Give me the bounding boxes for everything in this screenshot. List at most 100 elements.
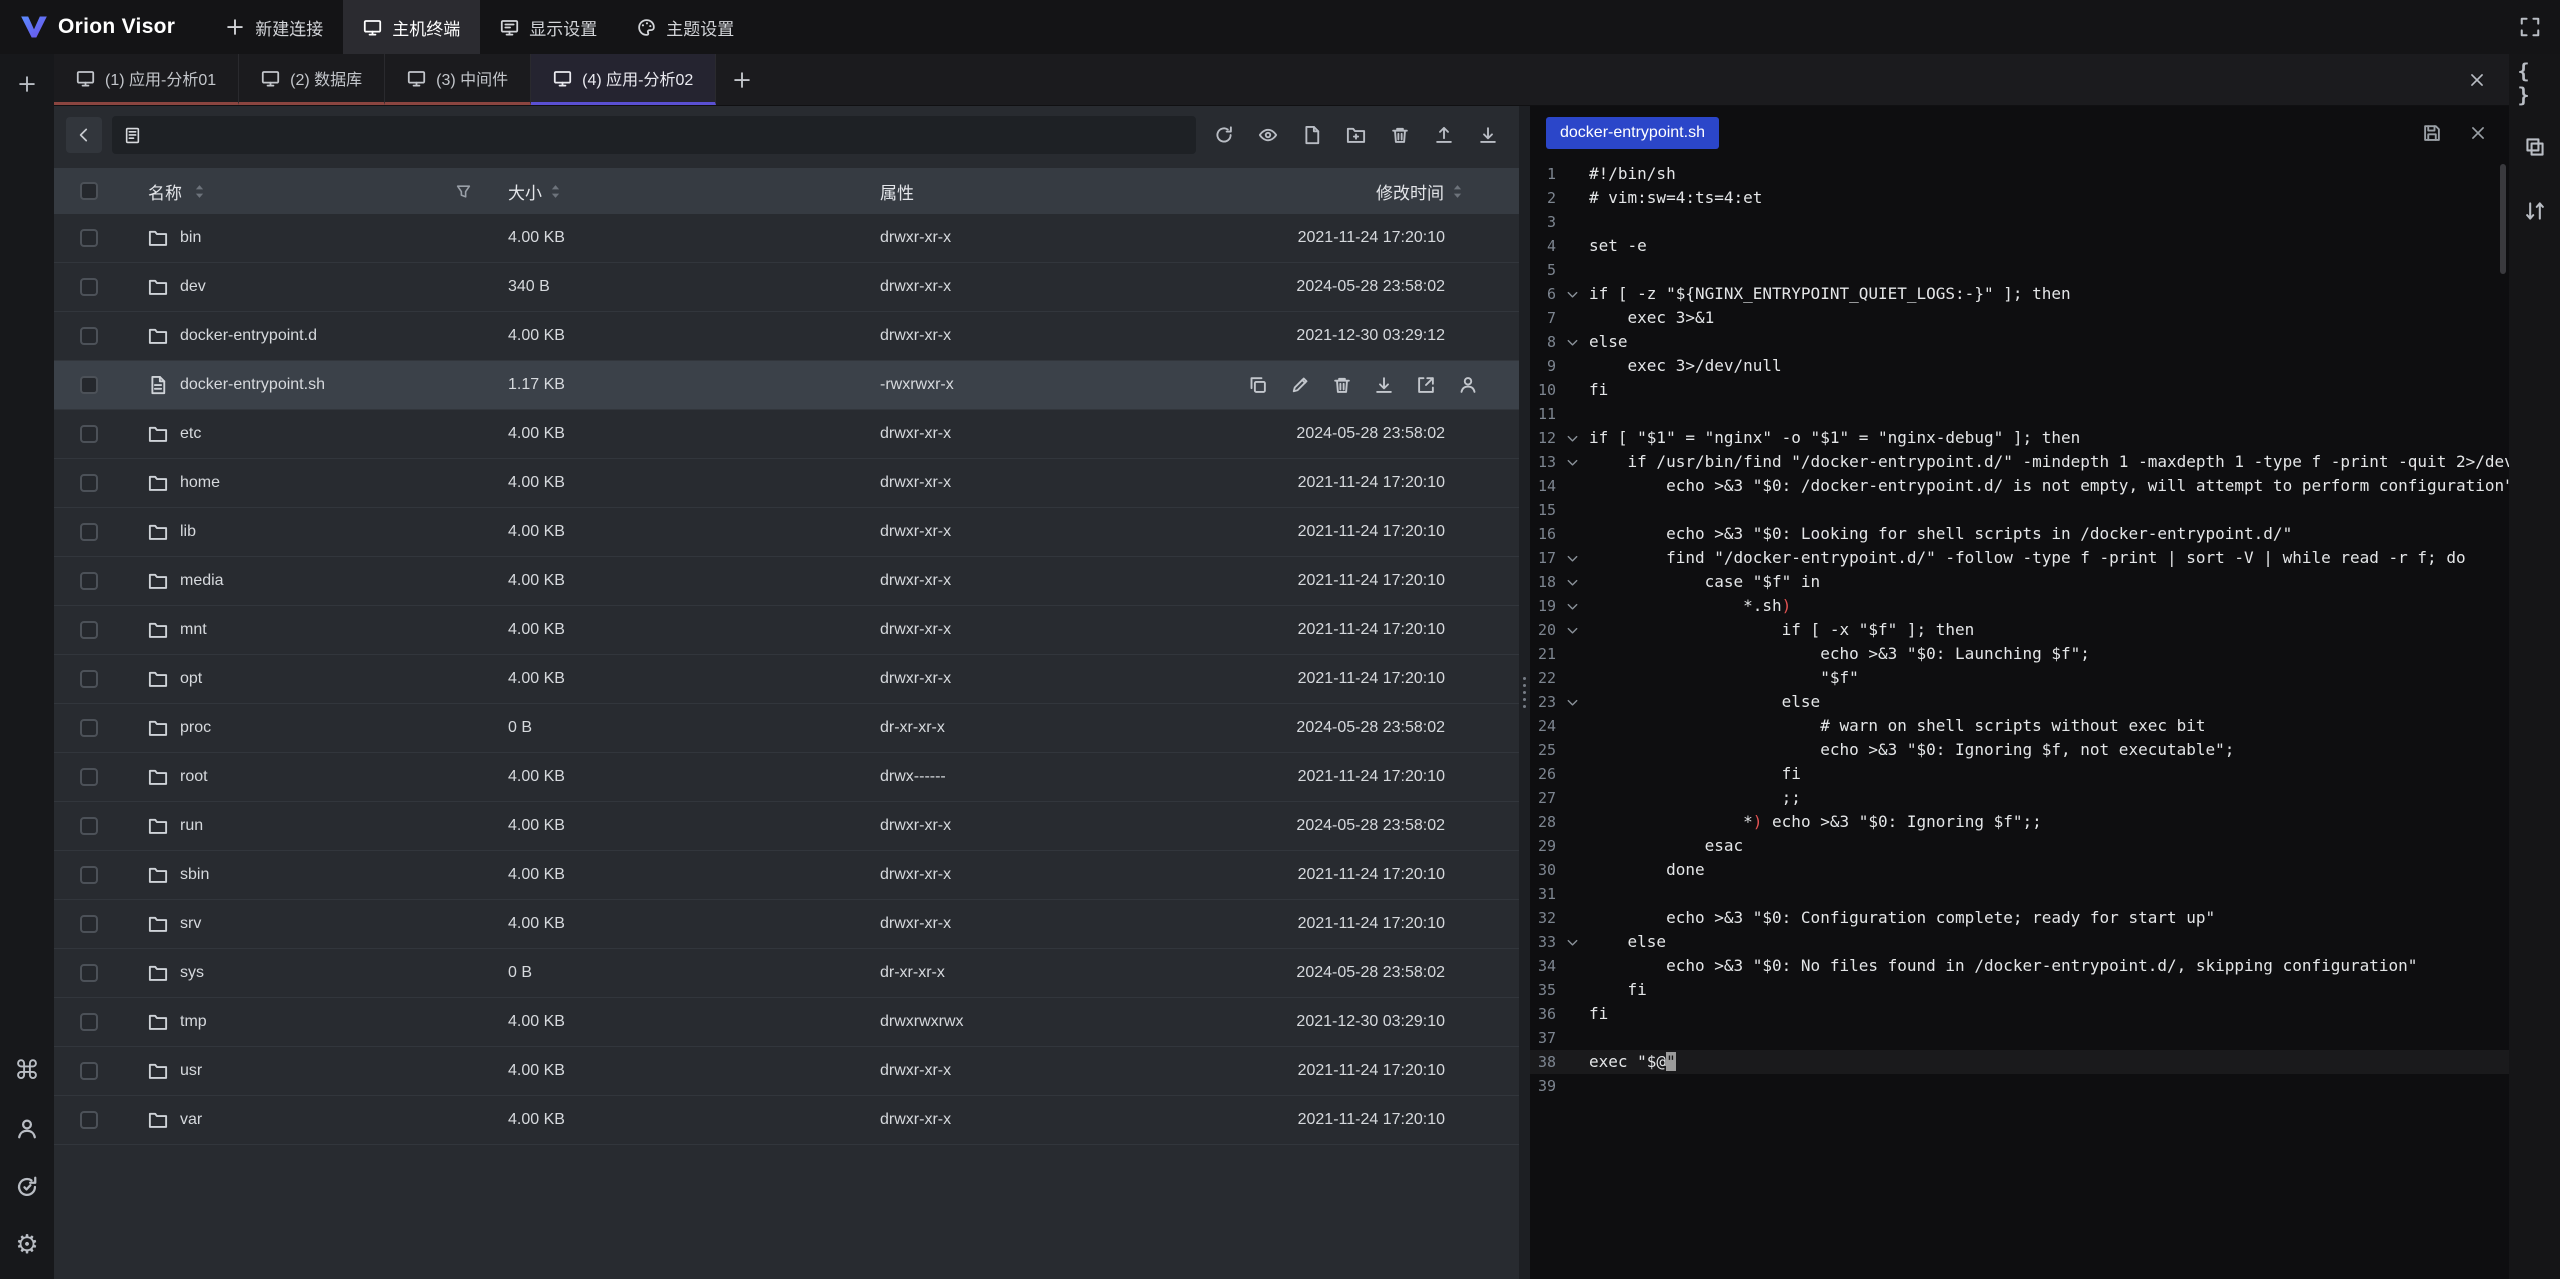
- table-row[interactable]: proc 0 B dr-xr-xr-x 2024-05-28 23:58:02: [54, 704, 1519, 753]
- code-line[interactable]: 21 echo >&3 "$0: Launching $f";: [1530, 642, 2509, 666]
- table-row[interactable]: etc 4.00 KB drwxr-xr-x 2024-05-28 23:58:…: [54, 410, 1519, 459]
- table-row[interactable]: docker-entrypoint.d 4.00 KB drwxr-xr-x 2…: [54, 312, 1519, 361]
- menu-item-host-terminal[interactable]: 主机终端: [343, 0, 480, 54]
- code-editor[interactable]: 1 #!/bin/sh 2 # vim:sw=4:ts=4:et 3 4 set…: [1530, 160, 2509, 1279]
- permission-icon[interactable]: [1453, 370, 1483, 400]
- filter-icon[interactable]: [455, 183, 472, 200]
- settings-icon[interactable]: ⚙: [9, 1227, 45, 1263]
- menu-item-display-settings[interactable]: 显示设置: [480, 0, 617, 54]
- row-checkbox[interactable]: [80, 670, 98, 688]
- table-row[interactable]: srv 4.00 KB drwxr-xr-x 2021-11-24 17:20:…: [54, 900, 1519, 949]
- table-row[interactable]: tmp 4.00 KB drwxrwxrwx 2021-12-30 03:29:…: [54, 998, 1519, 1047]
- code-line[interactable]: 33 else: [1530, 930, 2509, 954]
- row-checkbox[interactable]: [80, 572, 98, 590]
- code-line[interactable]: 32 echo >&3 "$0: Configuration complete;…: [1530, 906, 2509, 930]
- table-row[interactable]: sbin 4.00 KB drwxr-xr-x 2021-11-24 17:20…: [54, 851, 1519, 900]
- fold-icon[interactable]: [1556, 690, 1589, 714]
- table-row[interactable]: run 4.00 KB drwxr-xr-x 2024-05-28 23:58:…: [54, 802, 1519, 851]
- code-line[interactable]: 34 echo >&3 "$0: No files found in /dock…: [1530, 954, 2509, 978]
- terminal-tab[interactable]: (4) 应用-分析02: [531, 54, 716, 105]
- row-checkbox[interactable]: [80, 915, 98, 933]
- terminal-tab[interactable]: (1) 应用-分析01: [54, 54, 239, 105]
- fold-icon[interactable]: [1556, 450, 1589, 474]
- code-line[interactable]: 4 set -e: [1530, 234, 2509, 258]
- fold-icon[interactable]: [1556, 594, 1589, 618]
- code-line[interactable]: 18 case "$f" in: [1530, 570, 2509, 594]
- table-row[interactable]: root 4.00 KB drwx------ 2021-11-24 17:20…: [54, 753, 1519, 802]
- code-line[interactable]: 6 if [ -z "${NGINX_ENTRYPOINT_QUIET_LOGS…: [1530, 282, 2509, 306]
- path-input[interactable]: [149, 126, 1184, 144]
- table-row[interactable]: mnt 4.00 KB drwxr-xr-x 2021-11-24 17:20:…: [54, 606, 1519, 655]
- user-icon[interactable]: [9, 1111, 45, 1147]
- code-line[interactable]: 36 fi: [1530, 1002, 2509, 1026]
- code-line[interactable]: 14 echo >&3 "$0: /docker-entrypoint.d/ i…: [1530, 474, 2509, 498]
- code-line[interactable]: 1 #!/bin/sh: [1530, 162, 2509, 186]
- code-line[interactable]: 17 find "/docker-entrypoint.d/" -follow …: [1530, 546, 2509, 570]
- row-checkbox[interactable]: [80, 866, 98, 884]
- code-line[interactable]: 38 exec "$@": [1530, 1050, 2509, 1074]
- code-line[interactable]: 7 exec 3>&1: [1530, 306, 2509, 330]
- code-line[interactable]: 9 exec 3>/dev/null: [1530, 354, 2509, 378]
- upload-icon[interactable]: [1426, 118, 1461, 153]
- sort-icon[interactable]: [1452, 184, 1463, 199]
- table-row[interactable]: docker-entrypoint.sh 1.17 KB -rwxrwxr-x: [54, 361, 1519, 410]
- column-header[interactable]: 修改时间: [1240, 179, 1519, 204]
- menu-item-new-connection[interactable]: 新建连接: [205, 0, 343, 54]
- code-line[interactable]: 15: [1530, 498, 2509, 522]
- code-line[interactable]: 19 *.sh): [1530, 594, 2509, 618]
- row-checkbox[interactable]: [80, 817, 98, 835]
- code-line[interactable]: 23 else: [1530, 690, 2509, 714]
- fullscreen-icon[interactable]: [2510, 7, 2550, 47]
- fold-icon[interactable]: [1556, 426, 1589, 450]
- row-checkbox[interactable]: [80, 229, 98, 247]
- column-header[interactable]: 大小: [488, 179, 860, 204]
- column-header[interactable]: 名称: [124, 179, 488, 204]
- row-checkbox[interactable]: [80, 964, 98, 982]
- path-bookmark-icon[interactable]: [124, 127, 141, 144]
- row-checkbox[interactable]: [80, 1062, 98, 1080]
- fold-icon[interactable]: [1556, 282, 1589, 306]
- code-line[interactable]: 27 ;;: [1530, 786, 2509, 810]
- row-checkbox[interactable]: [80, 523, 98, 541]
- plus-icon[interactable]: [9, 66, 45, 102]
- code-line[interactable]: 30 done: [1530, 858, 2509, 882]
- row-checkbox[interactable]: [80, 376, 98, 394]
- download-icon[interactable]: [1369, 370, 1399, 400]
- code-line[interactable]: 5: [1530, 258, 2509, 282]
- code-line[interactable]: 25 echo >&3 "$0: Ignoring $f, not execut…: [1530, 738, 2509, 762]
- edit-icon[interactable]: [1285, 370, 1315, 400]
- code-line[interactable]: 37: [1530, 1026, 2509, 1050]
- download-icon[interactable]: [1470, 118, 1505, 153]
- new-file-icon[interactable]: [1294, 118, 1329, 153]
- fold-icon[interactable]: [1556, 930, 1589, 954]
- row-checkbox[interactable]: [80, 719, 98, 737]
- code-line[interactable]: 12 if [ "$1" = "nginx" -o "$1" = "nginx-…: [1530, 426, 2509, 450]
- menu-item-theme-settings[interactable]: 主题设置: [617, 0, 754, 54]
- delete-icon[interactable]: [1382, 118, 1417, 153]
- table-row[interactable]: opt 4.00 KB drwxr-xr-x 2021-11-24 17:20:…: [54, 655, 1519, 704]
- table-row[interactable]: home 4.00 KB drwxr-xr-x 2021-11-24 17:20…: [54, 459, 1519, 508]
- sync-icon[interactable]: [9, 1169, 45, 1205]
- table-row[interactable]: dev 340 B drwxr-xr-x 2024-05-28 23:58:02: [54, 263, 1519, 312]
- fold-icon[interactable]: [1556, 546, 1589, 570]
- column-header[interactable]: 属性: [860, 179, 1240, 204]
- fold-icon[interactable]: [1556, 618, 1589, 642]
- code-line[interactable]: 22 "$f": [1530, 666, 2509, 690]
- delete-icon[interactable]: [1327, 370, 1357, 400]
- close-icon[interactable]: [2459, 62, 2495, 98]
- code-line[interactable]: 16 echo >&3 "$0: Looking for shell scrip…: [1530, 522, 2509, 546]
- layers-icon[interactable]: [2518, 130, 2552, 164]
- row-checkbox[interactable]: [80, 327, 98, 345]
- code-line[interactable]: 39: [1530, 1074, 2509, 1098]
- code-line[interactable]: 11: [1530, 402, 2509, 426]
- editor-scrollbar[interactable]: [2500, 164, 2506, 274]
- new-tab-icon[interactable]: [716, 54, 768, 105]
- table-row[interactable]: var 4.00 KB drwxr-xr-x 2021-11-24 17:20:…: [54, 1096, 1519, 1145]
- back-icon[interactable]: [66, 117, 102, 153]
- braces-icon[interactable]: { }: [2518, 66, 2552, 100]
- eye-icon[interactable]: [1250, 118, 1285, 153]
- code-line[interactable]: 20 if [ -x "$f" ]; then: [1530, 618, 2509, 642]
- copy-icon[interactable]: [1243, 370, 1273, 400]
- row-checkbox[interactable]: [80, 425, 98, 443]
- table-row[interactable]: sys 0 B dr-xr-xr-x 2024-05-28 23:58:02: [54, 949, 1519, 998]
